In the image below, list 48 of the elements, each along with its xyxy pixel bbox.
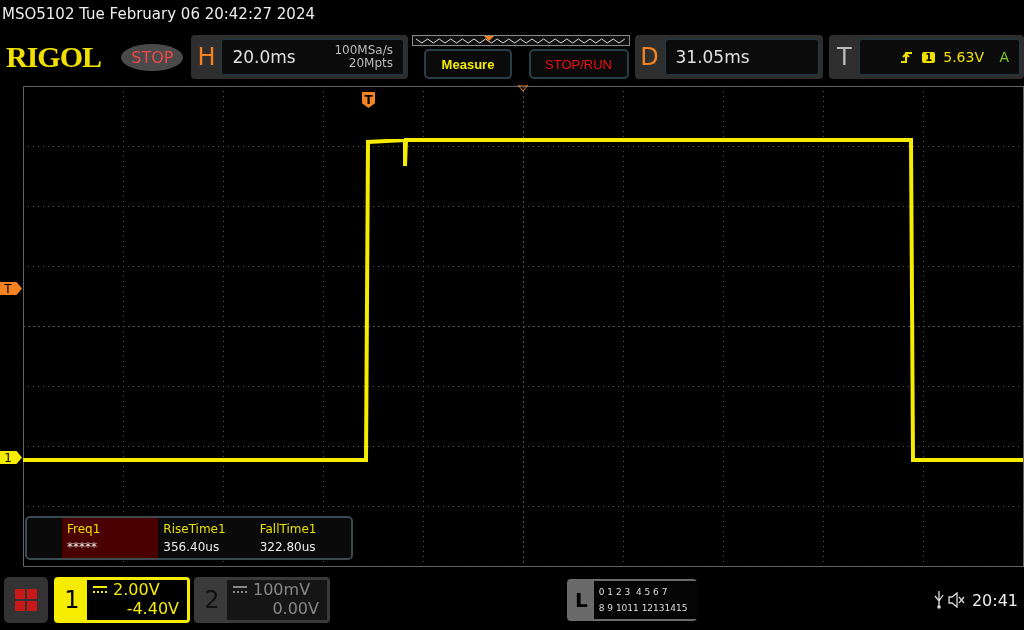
channel-scale: 2.00V bbox=[113, 580, 160, 599]
measure-button[interactable]: Measure bbox=[424, 49, 512, 79]
menu-button[interactable] bbox=[4, 577, 48, 623]
trigger-source: 1 bbox=[922, 51, 936, 63]
measurement-item[interactable]: Freq1 ***** bbox=[62, 518, 159, 558]
panel-letter: T bbox=[835, 43, 853, 71]
usb-icon bbox=[933, 591, 944, 609]
measurement-name: RiseTime1 bbox=[163, 521, 227, 538]
grid-squares-icon bbox=[15, 589, 37, 611]
measurement-value: 356.40us bbox=[163, 539, 221, 556]
trigger-panel[interactable]: T 1 5.63V A bbox=[829, 35, 1024, 79]
trigger-mode: A bbox=[999, 49, 1009, 65]
measurement-item[interactable]: RiseTime1 356.40us bbox=[158, 518, 255, 558]
channel-marker[interactable]: 1 bbox=[0, 451, 22, 464]
panel-letter: L bbox=[574, 588, 588, 612]
delay-panel[interactable]: D 31.05ms bbox=[634, 35, 824, 79]
channel-scale: 100mV bbox=[253, 580, 311, 599]
center-triangle-icon bbox=[518, 85, 528, 91]
dc-coupling-icon bbox=[93, 585, 107, 594]
dc-coupling-icon bbox=[233, 585, 247, 594]
channel-offset: -4.40V bbox=[125, 599, 179, 618]
rising-edge-icon bbox=[900, 50, 915, 64]
status-line: MSO5102 Tue February 06 20:42:27 2024 bbox=[1, 4, 316, 25]
run-button[interactable]: STOP/RUN bbox=[528, 49, 629, 79]
measurement-value: ***** bbox=[67, 539, 98, 556]
brand-logo: RIGOL bbox=[6, 40, 103, 74]
measurement-name: FallTime1 bbox=[259, 521, 318, 538]
channel-panel[interactable]: 1 2.00V -4.40V bbox=[54, 577, 190, 623]
channel-offset: 0.00V bbox=[271, 599, 319, 618]
measurement-value: 322.80us bbox=[259, 539, 317, 556]
channel-number: 1 bbox=[63, 585, 81, 616]
trigger-level-marker[interactable]: T bbox=[0, 282, 22, 295]
timebase-value: 20.0ms bbox=[232, 47, 297, 67]
delay-value: 31.05ms bbox=[675, 47, 751, 67]
measurement-item[interactable]: FallTime1 322.80us bbox=[254, 518, 351, 558]
panel-letter: D bbox=[639, 43, 660, 71]
sample-rate: 100MSa/s bbox=[334, 44, 393, 57]
logic-panel[interactable]: L 0 1 2 3 4 5 6 7 8 9 1011 12131415 bbox=[566, 579, 697, 621]
measurement-name: Freq1 bbox=[67, 521, 102, 538]
horizontal-panel[interactable]: H 20.0ms 100MSa/s 20Mpts bbox=[191, 35, 408, 79]
memory-depth: 20Mpts bbox=[348, 57, 393, 70]
panel-letter: H bbox=[196, 43, 217, 71]
run-state-indicator: STOP bbox=[121, 43, 184, 71]
muted-speaker-icon bbox=[947, 592, 966, 608]
trigger-level: 5.63V bbox=[943, 49, 985, 65]
logic-channel-labels: 8 9 1011 12131415 bbox=[598, 602, 689, 615]
logic-channel-labels: 0 1 2 3 4 5 6 7 bbox=[598, 586, 669, 599]
clock: 20:41 bbox=[971, 590, 1018, 610]
